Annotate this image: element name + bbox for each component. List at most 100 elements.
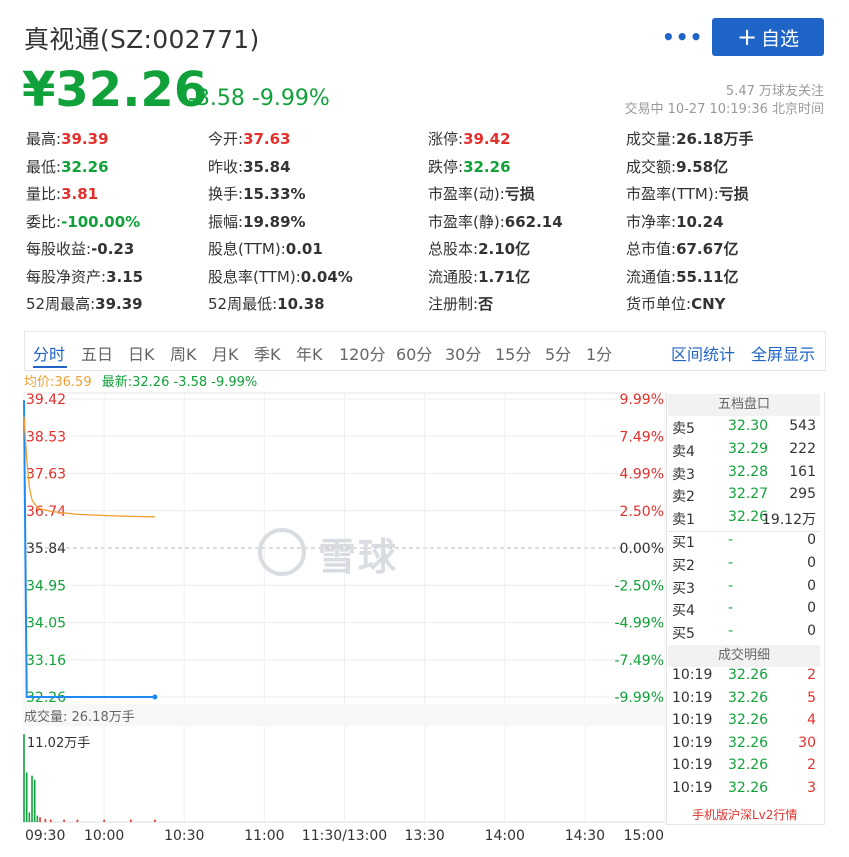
trade-time: 10:19 [672,780,713,796]
trade-row: 10:19 32.26 4 [672,712,818,734]
y-tick-right: 0.00% [620,541,664,557]
trade-price: 32.26 [728,757,769,774]
y-tick-left: 34.05 [26,616,66,632]
ask-label: 卖5 [672,421,695,437]
ask-label: 卖3 [672,466,695,483]
bid-price: - [728,577,734,594]
price-point [152,694,158,700]
trade-price: 32.26 [728,689,769,706]
volume-bar [63,819,65,822]
bid-label: 买4 [672,603,695,620]
ask-label: 卖1 [672,512,695,529]
ask-price: 32.29 [728,440,769,457]
volume-bar [23,734,25,822]
y-tick-right: -9.99% [614,690,664,706]
y-tick-right: 9.99% [620,392,664,408]
y-tick-left: 37.63 [26,467,66,483]
ask-volume: 161 [789,463,816,480]
x-tick: 11:00 [244,828,284,844]
y-tick-right: 2.50% [620,504,664,520]
bid-volume: 0 [807,623,816,640]
volume-bar [76,819,79,822]
trade-time: 10:19 [672,757,713,774]
y-tick-right: -7.49% [614,653,664,669]
trade-volume: 2 [807,757,816,774]
order-book-title: 五档盘口 [668,394,820,416]
x-tick: 10:30 [164,828,204,844]
trade-price: 32.26 [728,667,769,683]
volume-bar [103,819,105,822]
bid-price: - [728,532,734,548]
ask-label: 卖2 [672,489,695,506]
ask-row: 卖3 32.28 161 [672,464,818,486]
x-tick: 11:30/13:00 [302,828,387,844]
y-tick-left: 35.84 [26,541,66,557]
ask-row: 卖5 32.30 543 [672,418,818,440]
x-tick: 10:00 [84,828,124,844]
y-tick-left: 39.42 [26,392,66,408]
ask-label: 卖4 [672,443,695,460]
trade-time: 10:19 [672,667,713,683]
trade-row: 10:19 32.26 5 [672,690,818,712]
trade-detail-title: 成交明细 [668,645,820,667]
bid-volume: 0 [807,554,816,571]
trade-price: 32.26 [728,734,769,751]
ask-price: 32.28 [728,463,769,480]
xueqiu-logo-icon [258,528,306,576]
bid-volume: 0 [807,577,816,594]
trade-price: 32.26 [728,780,769,796]
trade-volume: 4 [807,712,816,729]
trade-time: 10:19 [672,689,713,706]
bid-price: - [728,554,734,571]
bid-label: 买2 [672,557,695,574]
ask-row: 卖1 32.26 19.12万 [672,509,818,531]
bid-label: 买1 [672,535,695,551]
bid-price: - [728,623,734,640]
ask-row: 卖2 32.27 295 [672,486,818,508]
y-tick-right: 7.49% [620,429,664,445]
bid-row: 买2 - 0 [672,555,818,577]
bid-price: - [728,600,734,617]
lv2-link[interactable]: 手机版沪深Lv2行情 [692,806,797,823]
volume-bar [36,815,39,822]
volume-bar [130,819,132,822]
bid-row: 买3 - 0 [672,578,818,600]
ask-volume: 19.12万 [761,512,816,529]
volume-bar [28,812,31,822]
x-tick: 09:30 [25,828,65,844]
trade-row: 10:19 32.26 2 [672,667,818,689]
ask-price: 32.27 [728,486,769,503]
x-tick: 13:30 [404,828,444,844]
y-tick-right: 4.99% [620,467,664,483]
x-tick: 15:00 [624,828,664,844]
volume-total-label: 成交量: 26.18万手 [24,710,135,725]
volume-bar [154,819,156,822]
bid-row: 买1 - 0 [672,532,818,554]
trade-volume: 30 [798,734,816,751]
y-tick-left: 33.16 [26,653,66,669]
y-tick-left: 38.53 [26,429,66,445]
trade-row: 10:19 32.26 2 [672,757,818,779]
trade-time: 10:19 [672,712,713,729]
ask-volume: 222 [789,440,816,457]
y-tick-left: 36.74 [26,504,66,520]
trade-price: 32.26 [728,712,769,729]
ask-volume: 295 [789,486,816,503]
ask-row: 卖4 32.29 222 [672,441,818,463]
volume-bar [44,818,47,822]
volume-bar [39,817,41,822]
bid-row: 买4 - 0 [672,600,818,622]
trade-time: 10:19 [672,734,713,751]
trade-volume: 2 [807,667,816,683]
bid-label: 买3 [672,580,695,597]
watermark-text: 雪球 [318,535,399,579]
ask-price: 32.30 [728,418,769,434]
y-tick-right: -2.50% [614,578,664,594]
y-tick-left: 34.95 [26,578,66,594]
volume-bar [49,819,52,822]
x-tick: 14:00 [485,828,525,844]
bid-volume: 0 [807,532,816,548]
volume-max-label: 11.02万手 [27,736,91,751]
y-tick-right: -4.99% [614,616,664,632]
trade-volume: 5 [807,689,816,706]
